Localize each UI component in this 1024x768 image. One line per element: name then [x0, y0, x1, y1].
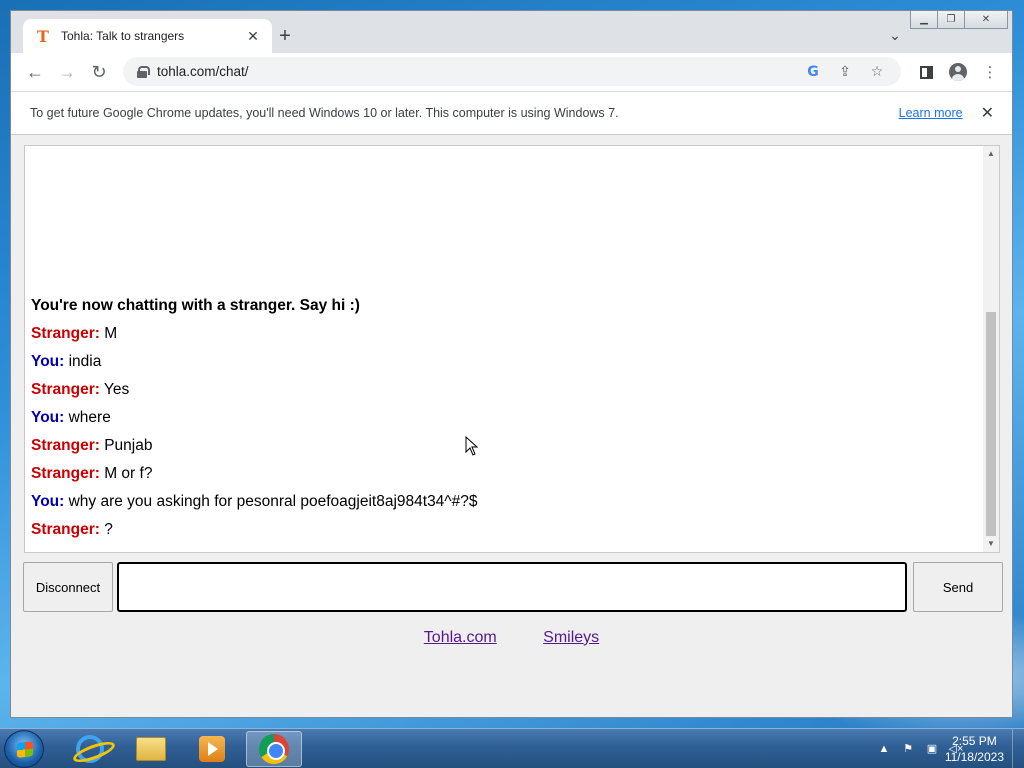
chat-log[interactable]: You're now chatting with a stranger. Say…: [24, 145, 1000, 553]
message-text: where: [64, 409, 111, 426]
update-infobar: To get future Google Chrome updates, you…: [11, 91, 1012, 135]
taskbar-media-player[interactable]: [184, 731, 240, 767]
clock-time: 2:55 PM: [952, 734, 997, 748]
system-message: You're now chatting with a stranger. Say…: [31, 297, 360, 314]
bookmark-star-icon[interactable]: ☆: [861, 63, 893, 80]
window-controls: ▁ ❐ ✕: [910, 11, 1008, 29]
scroll-thumb[interactable]: [986, 312, 996, 536]
message-text: M: [99, 325, 118, 342]
stranger-label: Stranger:: [31, 437, 100, 454]
forward-arrow-icon[interactable]: →: [51, 56, 83, 88]
menu-kebab-icon[interactable]: ⋮: [974, 57, 1006, 87]
chat-message: You: india: [31, 348, 971, 376]
chat-message: Stranger: M or f?: [31, 460, 971, 488]
message-list: You're now chatting with a stranger. Say…: [31, 292, 971, 544]
share-icon[interactable]: ⇪: [829, 63, 861, 80]
media-player-icon: [199, 736, 225, 762]
chat-message: You: where: [31, 404, 971, 432]
chat-controls: Disconnect Send: [23, 562, 1003, 612]
infobar-close-icon[interactable]: ✕: [981, 103, 994, 123]
learn-more-link[interactable]: Learn more: [899, 106, 963, 120]
tab-close-icon[interactable]: ✕: [244, 28, 262, 45]
profile-button[interactable]: [942, 57, 974, 87]
message-text: Punjab: [99, 437, 153, 454]
browser-toolbar: ← → ↻ tohla.com/chat/ G ⇪ ☆ ⋮: [11, 53, 1012, 91]
network-icon[interactable]: ▣: [924, 741, 940, 757]
chat-message: Stranger: Yes: [31, 376, 971, 404]
close-window-button[interactable]: ✕: [964, 11, 1008, 29]
url-text[interactable]: tohla.com/chat/: [157, 64, 797, 79]
internet-explorer-icon: [76, 735, 104, 763]
browser-tab[interactable]: T Tohla: Talk to strangers ✕: [23, 19, 272, 53]
show-hidden-icons-chevron-icon[interactable]: ▲: [876, 741, 892, 757]
mouse-pointer-icon: [465, 436, 479, 456]
chat-scrollbar[interactable]: ▲ ▼: [983, 146, 999, 552]
chrome-icon: [259, 734, 289, 764]
tab-title: Tohla: Talk to strangers: [61, 29, 185, 43]
reload-icon[interactable]: ↻: [83, 56, 115, 88]
send-button[interactable]: Send: [913, 562, 1003, 612]
tohla-home-link[interactable]: Tohla.com: [424, 629, 497, 646]
scroll-up-arrow-icon[interactable]: ▲: [983, 146, 999, 162]
start-button[interactable]: [4, 730, 44, 768]
taskbar-internet-explorer[interactable]: [62, 731, 118, 767]
chat-message: Stranger: ?: [31, 516, 971, 544]
disconnect-button[interactable]: Disconnect: [23, 562, 113, 612]
address-bar[interactable]: tohla.com/chat/ G ⇪ ☆: [123, 57, 901, 86]
you-label: You:: [31, 353, 65, 370]
new-tab-button[interactable]: +: [273, 25, 297, 49]
stranger-label: Stranger:: [31, 381, 100, 398]
page-content: You're now chatting with a stranger. Say…: [11, 135, 1012, 717]
restore-button[interactable]: ❐: [937, 11, 965, 29]
toolbar-right: ⋮: [910, 57, 1006, 87]
taskbar-file-explorer[interactable]: [123, 731, 179, 767]
folder-icon: [136, 737, 166, 761]
show-desktop-button[interactable]: [1012, 729, 1024, 768]
message-text: ?: [99, 521, 113, 538]
clock-date: 11/18/2023: [944, 750, 1004, 764]
chat-message: Stranger: M: [31, 320, 971, 348]
minimize-button[interactable]: ▁: [910, 11, 938, 29]
stranger-label: Stranger:: [31, 465, 100, 482]
smileys-link[interactable]: Smileys: [543, 629, 599, 646]
message-input[interactable]: [117, 562, 907, 612]
message-text: M or f?: [99, 465, 153, 482]
side-panel-icon: [919, 65, 933, 79]
side-panel-button[interactable]: [910, 57, 942, 87]
stranger-label: Stranger:: [31, 521, 100, 538]
footer-links: Tohla.com Smileys: [11, 629, 1012, 647]
action-center-flag-icon[interactable]: ⚑: [900, 741, 916, 757]
message-text: india: [64, 353, 102, 370]
tab-search-chevron-icon[interactable]: ⌄: [885, 25, 905, 45]
google-lens-icon[interactable]: G: [797, 64, 829, 80]
scroll-down-arrow-icon[interactable]: ▼: [983, 536, 999, 552]
windows-taskbar: ▲ ⚑ ▣ ◁× 2:55 PM 11/18/2023: [0, 728, 1024, 768]
tohla-favicon-icon: T: [37, 26, 49, 46]
lock-icon[interactable]: [137, 65, 150, 78]
title-bar: T Tohla: Talk to strangers ✕ + ⌄ ▁ ❐ ✕: [11, 11, 1012, 53]
chat-message: Stranger: Punjab: [31, 432, 971, 460]
back-arrow-icon[interactable]: ←: [19, 56, 51, 88]
message-text: why are you askingh for pesonral poefoag…: [64, 493, 478, 510]
taskbar-chrome[interactable]: [246, 731, 302, 767]
you-label: You:: [31, 493, 65, 510]
message-text: Yes: [99, 381, 130, 398]
browser-window: T Tohla: Talk to strangers ✕ + ⌄ ▁ ❐ ✕ ←…: [10, 10, 1013, 718]
infobar-message: To get future Google Chrome updates, you…: [30, 106, 619, 120]
clock[interactable]: 2:55 PM 11/18/2023: [945, 733, 1004, 765]
you-label: You:: [31, 409, 65, 426]
profile-avatar-icon: [949, 63, 967, 81]
chat-message: You: why are you askingh for pesonral po…: [31, 488, 971, 516]
stranger-label: Stranger:: [31, 325, 100, 342]
